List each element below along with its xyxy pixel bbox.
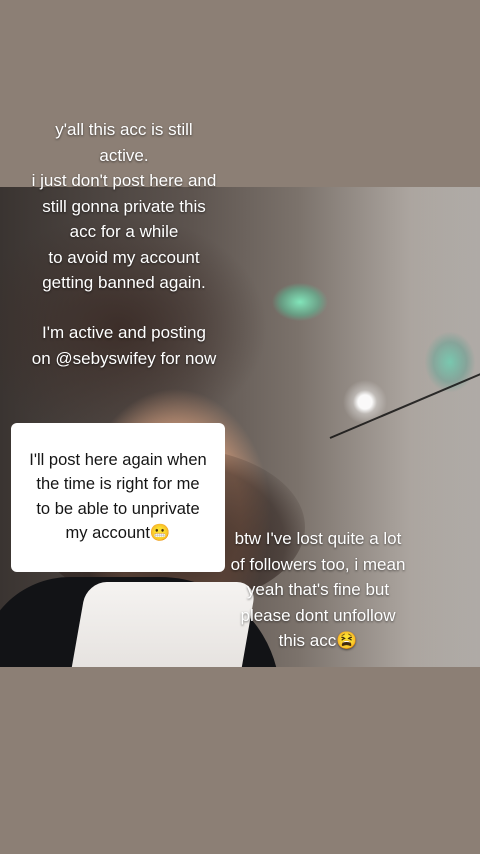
caption-box-last-line: my account😬	[49, 521, 187, 546]
photo-shade	[410, 187, 480, 667]
caption-box-text: I'll post here again when the time is ri…	[29, 450, 207, 518]
caption-box-unprivate: I'll post here again when the time is ri…	[11, 423, 225, 572]
caption-account-status: y'all this acc is still active. i just d…	[31, 120, 217, 292]
story-screen: y'all this acc is still active. i just d…	[0, 0, 480, 854]
caption-followers: btw I've lost quite a lot of followers t…	[230, 529, 406, 650]
caption-active-account: I'm active and posting on @sebyswifey fo…	[31, 323, 217, 368]
